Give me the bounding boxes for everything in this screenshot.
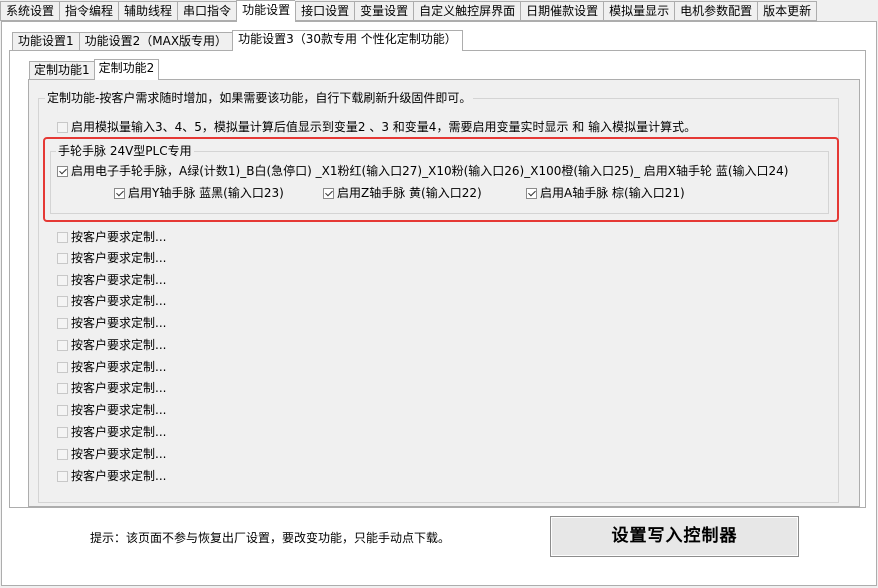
custom-option-checkbox[interactable] bbox=[57, 449, 68, 460]
custom-option-checkbox[interactable] bbox=[57, 296, 68, 307]
analog-input-label: 启用模拟量输入3、4、5，模拟量计算后值显示到变量2 、3 和变量4，需要启用变… bbox=[71, 120, 697, 134]
custom-option-label: 按客户要求定制... bbox=[71, 316, 167, 330]
custom-option-10[interactable]: 按客户要求定制... bbox=[57, 424, 166, 440]
custom-option-1[interactable]: 按客户要求定制... bbox=[57, 229, 166, 245]
custom-option-label: 按客户要求定制... bbox=[71, 230, 167, 244]
sub-tab-strip: 功能设置1 功能设置2（MAX版专用） 功能设置3（30款专用 个性化定制功能） bbox=[12, 30, 463, 51]
analog-input-checkbox[interactable] bbox=[57, 122, 68, 133]
tab-custom-touchscreen[interactable]: 自定义触控屏界面 bbox=[413, 1, 521, 21]
tab-variable-settings[interactable]: 变量设置 bbox=[354, 1, 414, 21]
top-tab-strip: 系统设置 指令编程 辅助线程 串口指令 功能设置 接口设置 变量设置 自定义触控… bbox=[0, 0, 878, 22]
custom-option-4[interactable]: 按客户要求定制... bbox=[57, 293, 166, 309]
analog-input-option[interactable]: 启用模拟量输入3、4、5，模拟量计算后值显示到变量2 、3 和变量4，需要启用变… bbox=[57, 119, 696, 135]
tab-command-programming[interactable]: 指令编程 bbox=[59, 1, 119, 21]
tab-version-update[interactable]: 版本更新 bbox=[757, 1, 818, 21]
custom-option-checkbox[interactable] bbox=[57, 340, 68, 351]
tab-system-settings[interactable]: 系统设置 bbox=[0, 1, 60, 21]
hint-text: 提示：该页面不参与恢复出厂设置，要改变功能，只能手动点下载。 bbox=[90, 531, 451, 545]
custom-option-checkbox[interactable] bbox=[57, 405, 68, 416]
tab-function-settings-3[interactable]: 功能设置3（30款专用 个性化定制功能） bbox=[232, 30, 463, 51]
custom-option-label: 按客户要求定制... bbox=[71, 273, 167, 287]
custom-option-label: 按客户要求定制... bbox=[71, 403, 167, 417]
custom-option-checkbox[interactable] bbox=[57, 275, 68, 286]
write-to-controller-button[interactable]: 设置写入控制器 bbox=[550, 516, 799, 557]
tab-date-payment[interactable]: 日期催款设置 bbox=[520, 1, 604, 21]
custom-option-6[interactable]: 按客户要求定制... bbox=[57, 337, 166, 353]
custom-option-7[interactable]: 按客户要求定制... bbox=[57, 359, 166, 375]
custom-option-label: 按客户要求定制... bbox=[71, 447, 167, 461]
custom-option-label: 按客户要求定制... bbox=[71, 360, 167, 374]
tab-function-settings-2[interactable]: 功能设置2（MAX版专用） bbox=[78, 32, 233, 51]
custom-option-label: 按客户要求定制... bbox=[71, 381, 167, 395]
custom-option-8[interactable]: 按客户要求定制... bbox=[57, 380, 166, 396]
custom-option-checkbox[interactable] bbox=[57, 318, 68, 329]
custom-option-checkbox[interactable] bbox=[57, 232, 68, 243]
tab-custom-function-1[interactable]: 定制功能1 bbox=[29, 61, 94, 80]
tab-function-settings-1[interactable]: 功能设置1 bbox=[12, 32, 79, 51]
highlight-annotation-box bbox=[43, 137, 839, 222]
tab-function-settings[interactable]: 功能设置 bbox=[236, 0, 296, 22]
custom-option-checkbox[interactable] bbox=[57, 362, 68, 373]
inner-tab-strip: 定制功能1 定制功能2 bbox=[29, 59, 160, 80]
custom-option-2[interactable]: 按客户要求定制... bbox=[57, 250, 166, 266]
tab-custom-function-2[interactable]: 定制功能2 bbox=[93, 59, 160, 80]
tab-motor-params[interactable]: 电机参数配置 bbox=[674, 1, 758, 21]
custom-option-12[interactable]: 按客户要求定制... bbox=[57, 468, 166, 484]
custom-option-checkbox[interactable] bbox=[57, 253, 68, 264]
custom-function-group-title: 定制功能-按客户需求随时增加，如果需要该功能，自行下载刷新升级固件即可。 bbox=[45, 91, 474, 105]
tab-interface-settings[interactable]: 接口设置 bbox=[295, 1, 355, 21]
custom-option-5[interactable]: 按客户要求定制... bbox=[57, 315, 166, 331]
custom-option-checkbox[interactable] bbox=[57, 383, 68, 394]
custom-option-checkbox[interactable] bbox=[57, 471, 68, 482]
custom-option-label: 按客户要求定制... bbox=[71, 469, 167, 483]
tab-aux-thread[interactable]: 辅助线程 bbox=[118, 1, 178, 21]
tab-analog-display[interactable]: 模拟量显示 bbox=[603, 1, 675, 21]
custom-option-label: 按客户要求定制... bbox=[71, 338, 167, 352]
custom-option-label: 按客户要求定制... bbox=[71, 425, 167, 439]
custom-option-label: 按客户要求定制... bbox=[71, 251, 167, 265]
custom-option-3[interactable]: 按客户要求定制... bbox=[57, 272, 166, 288]
custom-option-11[interactable]: 按客户要求定制... bbox=[57, 446, 166, 462]
tab-serial-command[interactable]: 串口指令 bbox=[177, 1, 237, 21]
custom-option-9[interactable]: 按客户要求定制... bbox=[57, 402, 166, 418]
custom-option-label: 按客户要求定制... bbox=[71, 294, 167, 308]
custom-option-checkbox[interactable] bbox=[57, 427, 68, 438]
